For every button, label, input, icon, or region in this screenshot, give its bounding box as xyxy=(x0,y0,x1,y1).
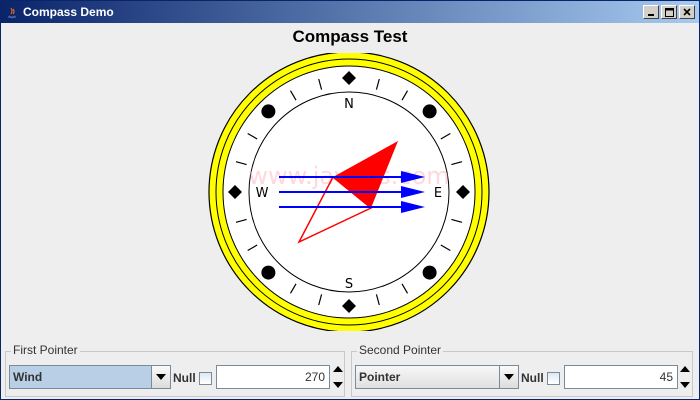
second-pointer-dropdown-button[interactable] xyxy=(499,366,518,388)
chevron-down-icon xyxy=(156,374,166,380)
first-pointer-panel: First Pointer Wind Null xyxy=(5,343,345,397)
spinner-down-icon[interactable] xyxy=(333,381,343,389)
first-pointer-null-label: Null xyxy=(173,371,196,385)
second-pointer-value-input[interactable] xyxy=(565,366,677,388)
window-title: Compass Demo xyxy=(23,5,114,19)
west-label: W xyxy=(256,186,269,201)
chevron-down-icon xyxy=(504,374,514,380)
plot-title: Compass Test xyxy=(292,27,408,46)
app-window: Compass Demo Compass Test www.java2s.com… xyxy=(0,0,700,400)
minimize-button[interactable] xyxy=(643,5,659,19)
compass-dot-marker xyxy=(422,265,437,280)
content-area: Compass Test www.java2s.com N S E W Firs… xyxy=(1,23,699,399)
compass-dot-marker xyxy=(422,104,437,119)
second-pointer-label: Second Pointer xyxy=(357,343,444,357)
title-bar[interactable]: Compass Demo xyxy=(1,1,699,23)
second-pointer-panel: Second Pointer Pointer Null xyxy=(351,343,693,397)
first-pointer-null-checkbox[interactable] xyxy=(199,372,212,385)
first-pointer-type-value: Wind xyxy=(13,370,43,384)
maximize-button[interactable] xyxy=(661,5,677,19)
spinner-up-icon[interactable] xyxy=(680,365,690,373)
first-pointer-type-select[interactable]: Wind xyxy=(9,365,171,389)
window-controls xyxy=(643,5,695,19)
first-pointer-label: First Pointer xyxy=(11,343,80,357)
second-pointer-arrows xyxy=(279,171,425,213)
second-pointer-type-select[interactable]: Pointer xyxy=(355,365,519,389)
second-pointer-null-label: Null xyxy=(521,371,544,385)
south-label: S xyxy=(345,277,353,292)
close-button[interactable] xyxy=(679,5,695,19)
east-label: E xyxy=(434,186,442,201)
first-pointer-value-input[interactable] xyxy=(217,366,329,388)
close-icon xyxy=(683,8,691,16)
second-pointer-type-value: Pointer xyxy=(359,370,401,384)
first-pointer-spinner-buttons xyxy=(332,365,344,389)
north-label: N xyxy=(344,97,354,112)
spinner-up-icon[interactable] xyxy=(333,365,343,373)
java-icon xyxy=(5,5,19,19)
first-pointer-dropdown-button[interactable] xyxy=(151,366,170,388)
compass-dot-marker xyxy=(261,104,276,119)
spinner-down-icon[interactable] xyxy=(680,381,690,389)
compass-dot-marker xyxy=(261,265,276,280)
maximize-icon xyxy=(664,7,674,17)
compass-plot: www.java2s.com N S E W xyxy=(208,53,490,331)
first-pointer-value-spinner[interactable] xyxy=(216,365,330,389)
second-pointer-value-spinner[interactable] xyxy=(564,365,678,389)
minimize-icon xyxy=(648,14,654,16)
second-pointer-null-checkbox[interactable] xyxy=(547,372,560,385)
second-pointer-spinner-buttons xyxy=(679,365,691,389)
